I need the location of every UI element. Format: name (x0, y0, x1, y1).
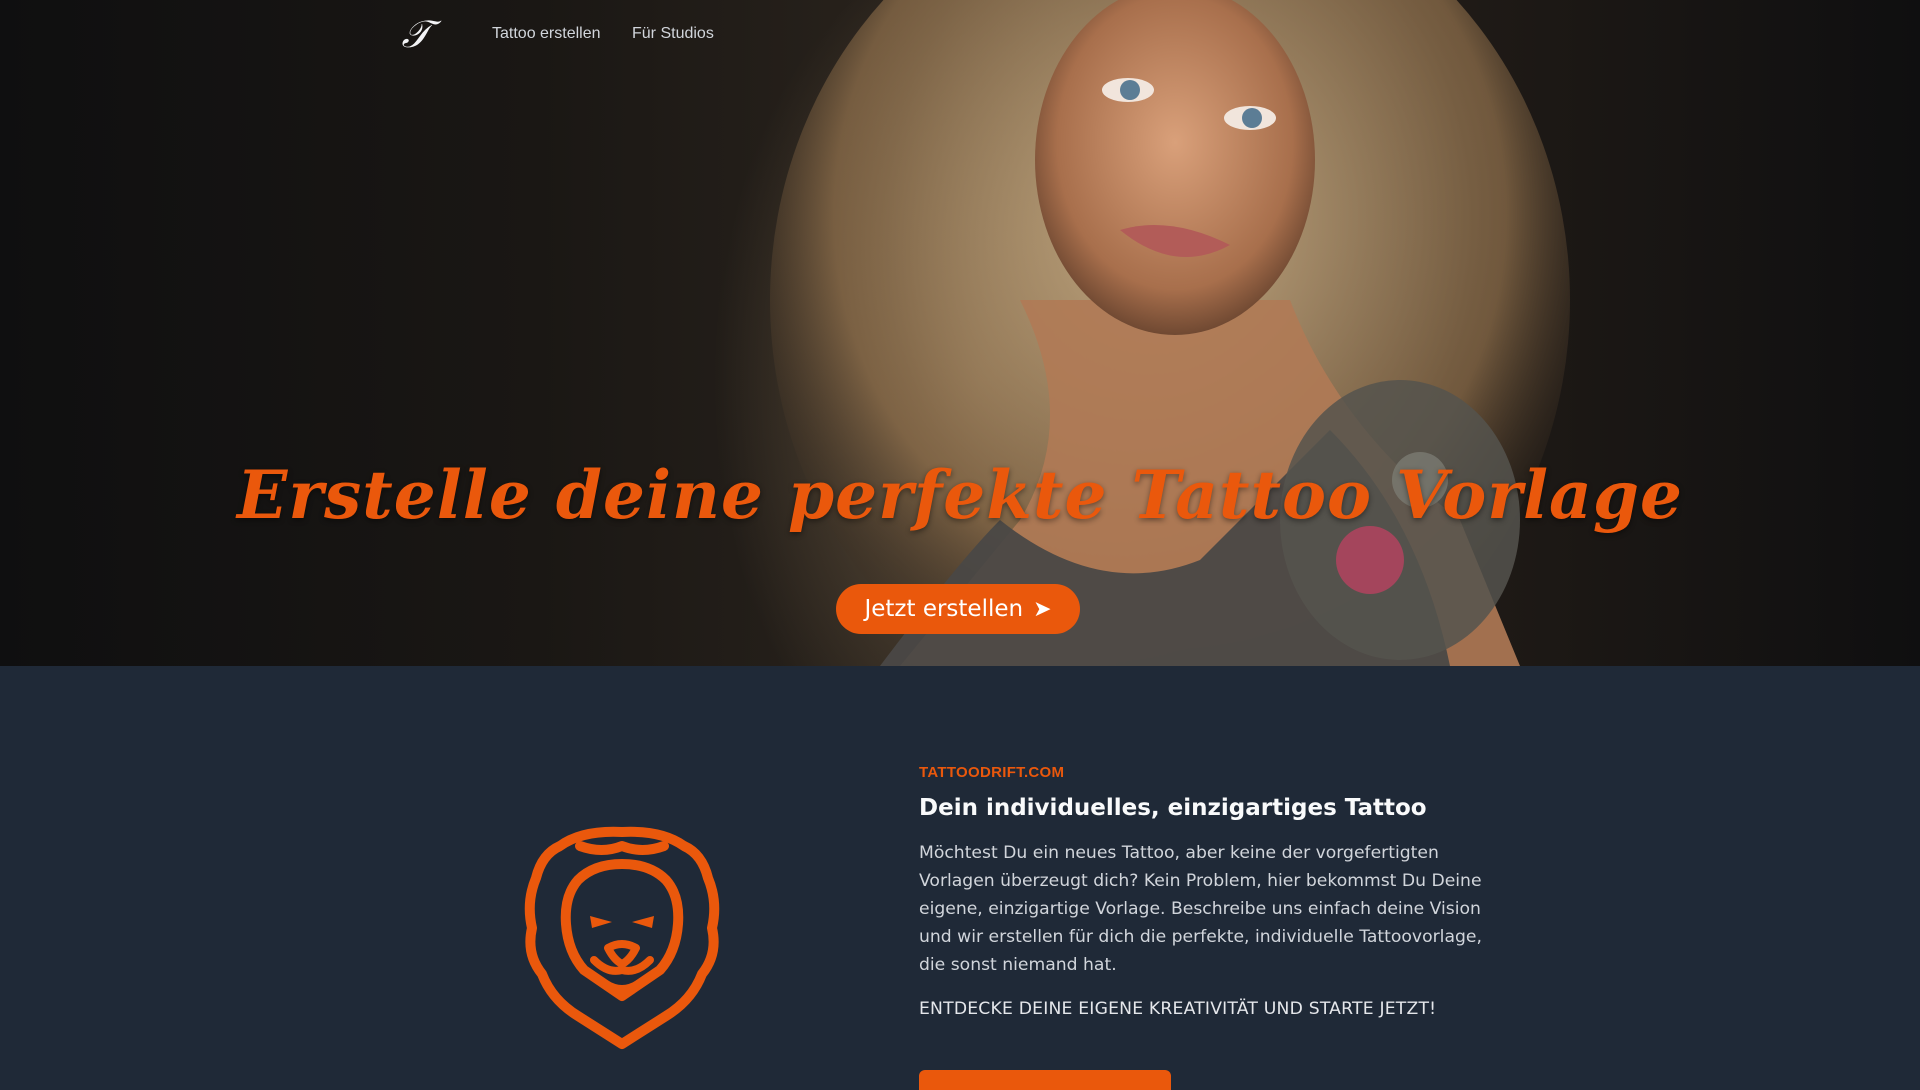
top-navigation: 𝒯 Tattoo erstellen Für Studios (0, 0, 1920, 72)
feature-start-button[interactable] (919, 1070, 1171, 1090)
tattoodrift-logo-icon[interactable]: 𝒯 (396, 14, 436, 54)
site-name-eyebrow: TATTOODRIFT.COM (919, 764, 1065, 781)
lion-head-icon (524, 826, 720, 1049)
cta-label: Jetzt erstellen (864, 596, 1024, 622)
arrow-right-icon: ➤ (1033, 596, 1052, 622)
feature-section: TATTOODRIFT.COM Dein individuelles, einz… (0, 666, 1920, 1090)
feature-content: TATTOODRIFT.COM Dein individuelles, einz… (919, 764, 1509, 1019)
hero-headline: Erstelle deine perfekte Tattoo Vorlage (237, 456, 1683, 534)
hero-photo (770, 0, 1570, 666)
jetzt-erstellen-button[interactable]: Jetzt erstellen ➤ (836, 584, 1080, 634)
nav-link-fuer-studios[interactable]: Für Studios (632, 25, 714, 43)
hero-section: 𝒯 Tattoo erstellen Für Studios Erstelle … (0, 0, 1920, 666)
feature-title: Dein individuelles, einzigartiges Tattoo (919, 795, 1427, 821)
nav-link-tattoo-erstellen[interactable]: Tattoo erstellen (492, 25, 601, 43)
feature-description: Möchtest Du ein neues Tattoo, aber keine… (919, 843, 1482, 975)
feature-call-to-action: ENTDECKE DEINE EIGENE KREATIVITÄT UND ST… (919, 999, 1437, 1019)
